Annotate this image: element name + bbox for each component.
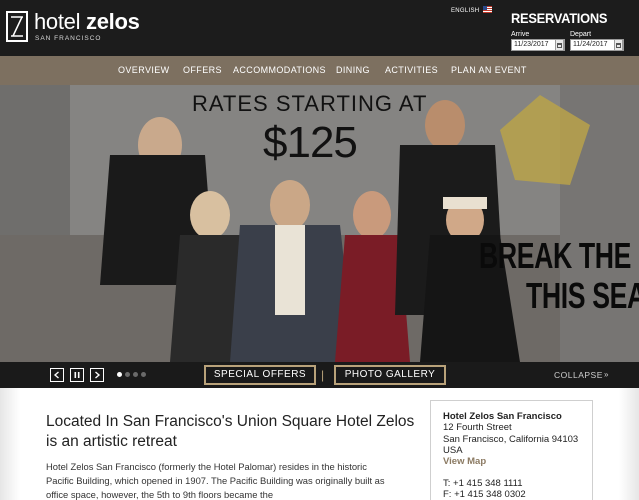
brand-name-light: hotel <box>34 9 81 34</box>
arrive-label: Arrive <box>511 31 530 38</box>
depart-label: Depart <box>570 31 592 38</box>
hero-promo-line-2: THIS SEAS <box>526 275 639 316</box>
reservations-title: RESERVATIONS <box>511 10 608 26</box>
nav-item-activities[interactable]: ACTIVITIES <box>385 65 438 75</box>
phone-number[interactable]: T: +1 415 348 1111 <box>443 478 592 489</box>
logo-mark[interactable] <box>6 11 28 42</box>
hero-title: RATES STARTING AT <box>192 91 428 116</box>
photo-gallery-button[interactable]: PHOTO GALLERY <box>334 365 446 385</box>
controls-separator: | <box>321 368 325 382</box>
brand-name[interactable]: hotel zelos <box>34 9 140 35</box>
slideshow-controls: SPECIAL OFFERS | PHOTO GALLERY COLLAPSE … <box>0 362 639 388</box>
logo-z-icon <box>11 16 23 37</box>
language-selector[interactable]: ENGLISH <box>451 8 479 14</box>
special-offers-button[interactable]: SPECIAL OFFERS <box>204 365 316 385</box>
page-headline: Located In San Francisco's Union Square … <box>46 413 415 450</box>
chevron-left-icon[interactable] <box>50 368 64 382</box>
brand-name-bold: zelos <box>86 9 140 34</box>
city-address: San Francisco, California 94103 <box>443 433 579 445</box>
country: USA <box>443 444 463 456</box>
nav-item-dining[interactable]: DINING <box>336 65 370 75</box>
intro-paragraph: Hotel Zelos San Francisco (formerly the … <box>46 461 385 500</box>
nav-item-accommodations[interactable]: ACCOMMODATIONS <box>233 65 326 75</box>
hotel-name: Hotel Zelos San Francisco <box>443 411 562 422</box>
main-nav: OVERVIEW OFFERS ACCOMMODATIONS DINING AC… <box>0 56 639 85</box>
right-gutter <box>619 388 639 500</box>
brand-tagline: SAN FRANCISCO <box>35 35 102 42</box>
left-gutter <box>0 388 20 500</box>
double-chevron-down-icon[interactable]: » <box>604 370 608 379</box>
street-address: 12 Fourth Street <box>443 422 512 434</box>
arrive-calendar-icon[interactable] <box>555 39 564 51</box>
nav-item-plan-an-event[interactable]: PLAN AN EVENT <box>451 65 527 75</box>
nav-item-overview[interactable]: OVERVIEW <box>118 65 170 75</box>
view-map-link[interactable]: View Map <box>443 456 592 468</box>
site-header: hotel zelos SAN FRANCISCO ENGLISH RESERV… <box>0 0 639 56</box>
contact-card: Hotel Zelos San Francisco 12 Fourth Stre… <box>430 400 593 500</box>
collapse-button[interactable]: COLLAPSE <box>554 370 603 380</box>
hero-price: $125 <box>263 118 358 167</box>
fax-number: F: +1 415 348 0302 <box>443 489 526 500</box>
slide-dot-2[interactable] <box>125 372 130 377</box>
slide-dot-3[interactable] <box>133 372 138 377</box>
hero-banner[interactable]: RATES STARTING AT $125 BREAK THE RU THIS… <box>0 85 639 362</box>
depart-calendar-icon[interactable] <box>614 39 623 51</box>
hero-promo-line-1: BREAK THE RU <box>479 235 639 276</box>
nav-item-offers[interactable]: OFFERS <box>183 65 222 75</box>
us-flag-icon[interactable] <box>483 6 492 13</box>
slide-dot-1[interactable] <box>117 372 122 377</box>
pause-icon[interactable] <box>70 368 84 382</box>
main-content: Located In San Francisco's Union Square … <box>0 388 639 500</box>
chevron-right-icon[interactable] <box>90 368 104 382</box>
slide-dot-4[interactable] <box>141 372 146 377</box>
